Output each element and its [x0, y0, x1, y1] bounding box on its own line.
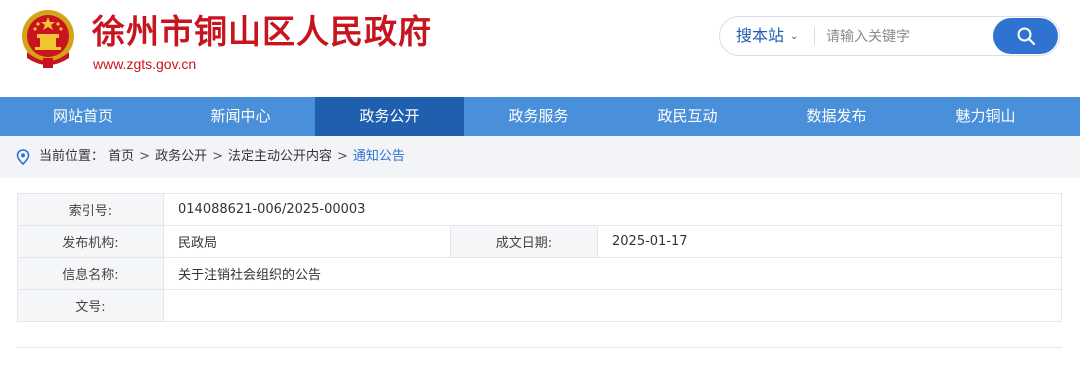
search-button[interactable] — [993, 18, 1058, 54]
site-header: 徐州市铜山区人民政府 www.zgts.gov.cn 搜本站 ⌄ — [0, 0, 1080, 97]
date-label: 成文日期: — [450, 225, 598, 258]
breadcrumb: 当前位置： 首页 > 政务公开 > 法定主动公开内容 > 通知公告 — [0, 136, 1080, 178]
table-row: 信息名称: 关于注销社会组织的公告 — [17, 257, 1062, 290]
breadcrumb-separator: > — [139, 149, 151, 164]
site-url[interactable]: www.zgts.gov.cn — [93, 56, 196, 72]
table-row: 索引号: 014088621-006/2025-00003 — [17, 193, 1062, 226]
publisher-label: 发布机构: — [17, 225, 164, 258]
document-number-label: 文号: — [17, 289, 164, 322]
nav-item-data-release[interactable]: 数据发布 — [762, 97, 911, 136]
breadcrumb-home[interactable]: 首页 — [108, 149, 134, 164]
index-number-label: 索引号: — [17, 193, 164, 226]
nav-item-charm-tongshan[interactable]: 魅力铜山 — [911, 97, 1060, 136]
breadcrumb-separator: > — [337, 149, 348, 164]
location-pin-icon — [16, 149, 30, 165]
search-input[interactable] — [824, 23, 988, 51]
info-title-label: 信息名称: — [17, 257, 164, 290]
document-number-value — [163, 289, 1062, 322]
date-value: 2025-01-17 — [597, 225, 1062, 258]
index-number-value: 014088621-006/2025-00003 — [163, 193, 1062, 226]
nav-item-interaction[interactable]: 政民互动 — [613, 97, 762, 136]
search-scope-dropdown[interactable]: 搜本站 ⌄ — [736, 17, 798, 55]
publisher-value: 民政局 — [163, 225, 451, 258]
table-row: 文号: — [17, 289, 1062, 322]
nav-item-home[interactable]: 网站首页 — [0, 97, 166, 136]
search-bar: 搜本站 ⌄ — [719, 16, 1060, 56]
main-nav: 网站首页 新闻中心 政务公开 政务服务 政民互动 数据发布 魅力铜山 — [0, 97, 1080, 136]
document-info-table: 索引号: 014088621-006/2025-00003 发布机构: 民政局 … — [17, 193, 1062, 322]
breadcrumb-prefix: 当前位置： — [39, 149, 105, 164]
table-row: 发布机构: 民政局 成文日期: 2025-01-17 — [17, 225, 1062, 258]
site-title: 徐州市铜山区人民政府 — [92, 12, 432, 51]
breadcrumb-gov-affairs-open[interactable]: 政务公开 — [155, 149, 207, 164]
search-icon — [1017, 27, 1035, 46]
search-scope-label: 搜本站 — [736, 26, 785, 45]
content-divider — [17, 347, 1062, 348]
info-title-value: 关于注销社会组织的公告 — [163, 257, 1062, 290]
breadcrumb-statutory-content[interactable]: 法定主动公开内容 — [228, 149, 332, 164]
breadcrumb-separator: > — [212, 149, 223, 164]
nav-item-news[interactable]: 新闻中心 — [166, 97, 315, 136]
chevron-down-icon: ⌄ — [790, 31, 799, 42]
search-divider — [814, 27, 815, 45]
national-emblem-icon[interactable] — [19, 8, 77, 70]
nav-item-gov-services[interactable]: 政务服务 — [464, 97, 613, 136]
breadcrumb-current[interactable]: 通知公告 — [353, 149, 405, 164]
nav-item-gov-affairs-open[interactable]: 政务公开 — [315, 97, 464, 136]
